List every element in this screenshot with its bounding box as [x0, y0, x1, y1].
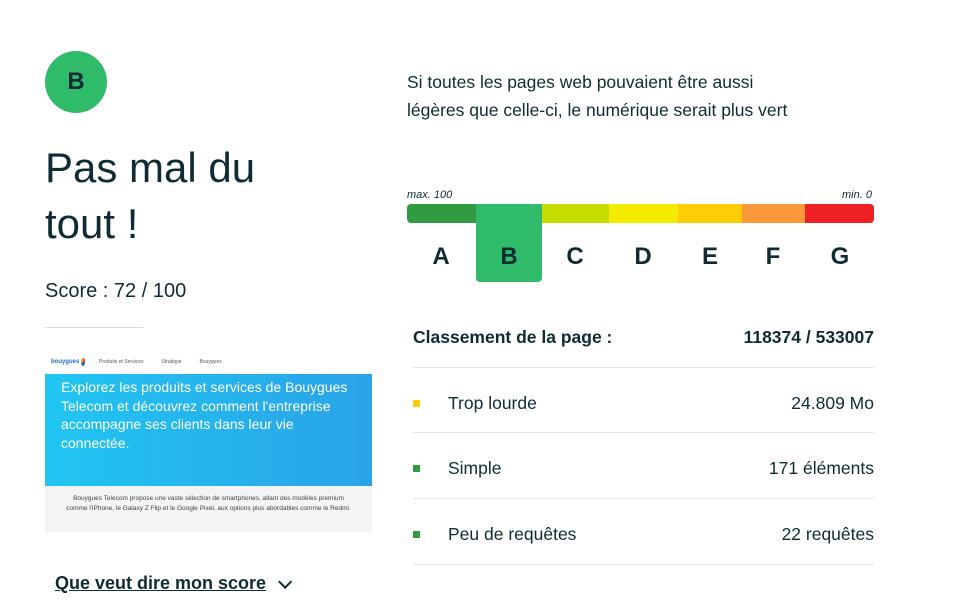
metric-label: Trop lourde	[448, 393, 537, 413]
metric-label: Peu de requêtes	[448, 524, 577, 544]
grade-label-d: D	[634, 243, 652, 270]
divider	[413, 432, 874, 433]
page-title: Pas mal du tout !	[45, 144, 256, 247]
score-explanation-link[interactable]: Que veut dire mon score	[55, 573, 293, 594]
metric-label: Simple	[448, 458, 502, 478]
page-ranking: Classement de la page : 118374 / 533007	[413, 327, 874, 348]
grade-segment-f	[742, 204, 805, 223]
bouygues-logo: bouygues	[51, 355, 85, 369]
thumbnail-hero-text: Explorez les produits et services de Bou…	[45, 374, 372, 486]
grade-segment-c	[542, 204, 609, 223]
logo-mark-icon	[81, 357, 85, 366]
metric-value: 22 requêtes	[781, 524, 874, 544]
scale-max-label: max. 100	[407, 189, 453, 201]
page-screenshot-thumbnail: bouygues Produits et Services Stratégie …	[45, 349, 372, 532]
divider	[413, 498, 874, 499]
thumbnail-nav-item: Stratégie	[161, 358, 182, 365]
metric-row: Simple 171 éléments	[413, 458, 874, 479]
logo-text: bouygues	[51, 358, 80, 365]
status-square-icon	[413, 531, 420, 538]
ranking-label: Classement de la page :	[413, 327, 613, 347]
ranking-value: 118374 / 533007	[743, 327, 874, 347]
status-square-icon	[413, 400, 420, 407]
grade-segment-g	[805, 204, 874, 223]
grade-label-e: E	[701, 243, 718, 270]
grade-segment-e	[678, 204, 742, 223]
divider	[413, 367, 874, 368]
metric-row: Peu de requêtes 22 requêtes	[413, 524, 874, 545]
thumbnail-footer-text: Bouygues Telecom propose une vaste sélec…	[45, 486, 372, 532]
divider	[45, 327, 143, 328]
score-explanation-label: Que veut dire mon score	[55, 573, 267, 593]
metric-value: 171 éléments	[768, 458, 874, 478]
grade-label-g: G	[830, 243, 850, 270]
grade-segment-d	[609, 204, 678, 223]
thumbnail-nav-item: Bouygues	[199, 358, 222, 365]
divider	[413, 564, 874, 565]
scale-min-label: min. 0	[842, 189, 872, 201]
tagline: Si toutes les pages web pouvaient être a…	[407, 72, 788, 120]
grade-label-b: B	[500, 243, 518, 270]
grade-segment-a	[407, 204, 476, 223]
thumbnail-nav-item: Produits et Services	[99, 358, 144, 365]
grade-badge: B	[45, 51, 107, 113]
chevron-down-icon	[278, 574, 293, 589]
grade-label-f: F	[765, 243, 781, 270]
score-text: Score : 72 / 100	[45, 280, 187, 302]
thumbnail-nav: bouygues Produits et Services Stratégie …	[45, 349, 372, 374]
metric-value: 24.809 Mo	[791, 393, 874, 413]
grade-label-c: C	[566, 243, 584, 270]
status-square-icon	[413, 465, 420, 472]
metric-row: Trop lourde 24.809 Mo	[413, 393, 874, 414]
grade-label-a: A	[432, 243, 450, 270]
